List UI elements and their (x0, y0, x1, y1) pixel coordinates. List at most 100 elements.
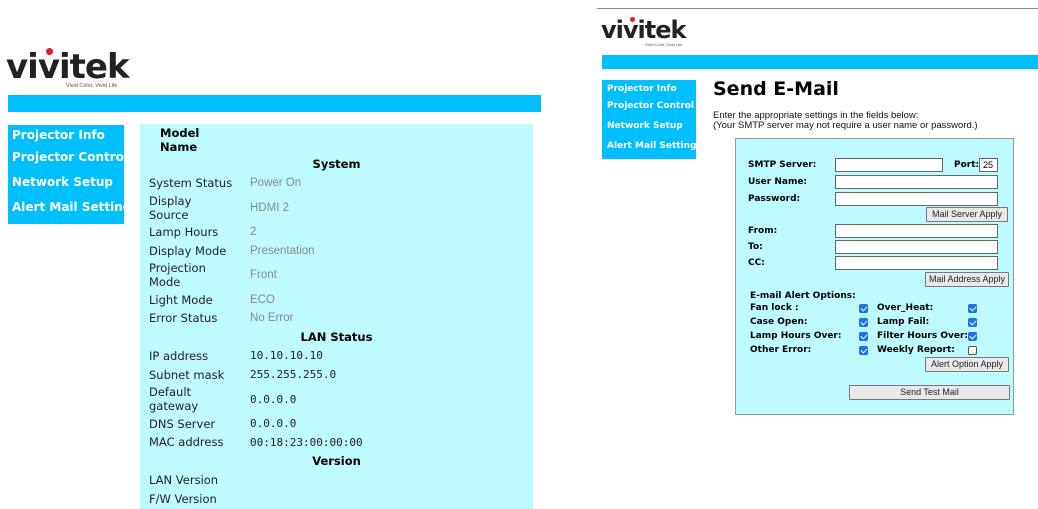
projector-info-page: vivitek Vivid Color, Vivid Life Projecto… (0, 0, 545, 509)
nav-item-alert-mail-settings[interactable]: Alert Mail Settings (8, 200, 138, 224)
row-label: LAN Version (142, 471, 241, 489)
table-row: Display Mode Presentation (142, 242, 531, 260)
filter-hours-over-checkbox[interactable] (968, 332, 977, 341)
intro-text: Enter the appropriate settings in the fi… (713, 110, 978, 131)
send-email-page: vivitek Vivid Color, Vivid Life Projecto… (597, 0, 1038, 438)
logo-dot (630, 17, 635, 22)
lan-section-header: LAN Status (142, 328, 531, 346)
row-label: Projection Mode (142, 261, 241, 290)
row-value: Presentation (243, 242, 531, 260)
row-value: Power On (243, 174, 531, 192)
table-row: MAC address 00:18:23:00:00:00 (142, 433, 531, 451)
nav-item-projector-control[interactable]: Projector Control (8, 150, 128, 175)
row-label: Lamp Hours (142, 223, 241, 241)
header-band (602, 55, 1038, 69)
row-label: Display Mode (142, 242, 241, 260)
table-row: System Status Power On (142, 174, 531, 192)
lamp-hours-over-label: Lamp Hours Over: (750, 331, 842, 341)
username-label: User Name: (748, 177, 808, 187)
row-label: IP address (142, 347, 241, 365)
cc-input[interactable] (835, 256, 998, 270)
table-row: Projection Mode Front (142, 261, 531, 290)
mail-server-apply-button[interactable]: Mail Server Apply (926, 207, 1008, 222)
other-error-checkbox[interactable] (859, 346, 868, 355)
table-row: Display Source HDMI 2 (142, 193, 531, 222)
alert-option-apply-button[interactable]: Alert Option Apply (925, 357, 1009, 372)
over-heat-checkbox[interactable] (968, 304, 977, 313)
send-test-mail-button[interactable]: Send Test Mail (849, 385, 1010, 400)
row-label: DNS Server (142, 415, 241, 432)
table-row: Model Name (142, 126, 531, 154)
nav-item-projector-info[interactable]: Projector Info (602, 80, 696, 100)
row-label: Light Mode (142, 291, 241, 308)
table-row: Version (142, 452, 531, 470)
page-title: Send E-Mail (713, 78, 839, 100)
from-input[interactable] (835, 224, 998, 238)
header-band (8, 95, 541, 112)
case-open-label: Case Open: (750, 317, 808, 327)
lamp-fail-checkbox[interactable] (968, 318, 977, 327)
row-label: Error Status (142, 309, 241, 327)
to-input[interactable] (835, 240, 998, 254)
row-value: 10.10.10.10 (243, 347, 531, 365)
row-value: 00:18:23:00:00:00 (243, 433, 531, 451)
smtp-server-label: SMTP Server: (748, 160, 817, 170)
row-value: 0.0.0.0 (243, 385, 531, 414)
password-label: Password: (748, 194, 801, 204)
model-name-value (243, 126, 531, 154)
over-heat-label: Over_Heat: (877, 303, 934, 313)
username-input[interactable] (835, 175, 998, 189)
email-settings-form: SMTP Server: Port: User Name: Password: … (735, 138, 1014, 415)
row-label: Default gateway (142, 385, 241, 414)
row-value: HDMI 2 (243, 193, 531, 222)
table-row: LAN Version (142, 471, 531, 489)
filter-hours-over-label: Filter Hours Over: (877, 331, 969, 341)
model-name-label: Model Name (142, 126, 241, 154)
table-row: Error Status No Error (142, 309, 531, 327)
vivitek-logo: vivitek Vivid Color, Vivid Life (6, 47, 130, 89)
row-value: 255.255.255.0 (243, 366, 531, 384)
table-row: Subnet mask 255.255.255.0 (142, 366, 531, 384)
fan-lock-label: Fan lock : (750, 303, 799, 313)
row-value: Front (243, 261, 531, 290)
vivitek-logo: vivitek Vivid Color, Vivid Life (601, 16, 686, 47)
case-open-checkbox[interactable] (859, 318, 868, 327)
system-section-header: System (142, 156, 531, 173)
projector-info-table: Model Name System System Status Power On … (140, 124, 533, 509)
nav-item-network-setup[interactable]: Network Setup (602, 120, 696, 140)
lamp-hours-over-checkbox[interactable] (859, 332, 868, 341)
table-row: F/W Version (142, 490, 531, 508)
row-label: F/W Version (142, 490, 241, 508)
row-value: 2 (243, 223, 531, 241)
nav-item-alert-mail-settings[interactable]: Alert Mail Settings (602, 140, 702, 159)
row-label: Subnet mask (142, 366, 241, 384)
table-row: IP address 10.10.10.10 (142, 347, 531, 365)
nav-item-projector-control[interactable]: Projector Control (602, 100, 696, 120)
smtp-server-input[interactable] (835, 158, 943, 172)
table-row: LAN Status (142, 328, 531, 346)
row-value: 0.0.0.0 (243, 415, 531, 432)
weekly-report-label: Weekly Report: (877, 345, 955, 355)
row-label: MAC address (142, 433, 241, 451)
weekly-report-checkbox[interactable] (968, 346, 977, 355)
password-input[interactable] (835, 192, 998, 206)
version-section-header: Version (142, 452, 531, 470)
fan-lock-checkbox[interactable] (859, 304, 868, 313)
alert-options-label: E-mail Alert Options: (750, 291, 856, 301)
row-value (243, 490, 531, 508)
nav-item-network-setup[interactable]: Network Setup (8, 175, 124, 200)
other-error-label: Other Error: (750, 345, 812, 355)
table-row: Default gateway 0.0.0.0 (142, 385, 531, 414)
row-label: System Status (142, 174, 241, 192)
sidebar-nav: Projector Info Projector Control Network… (602, 80, 702, 159)
row-label: Display Source (142, 193, 241, 222)
port-input[interactable] (979, 158, 998, 172)
logo-dot (46, 48, 53, 55)
table-row: DNS Server 0.0.0.0 (142, 415, 531, 432)
cc-label: CC: (748, 258, 765, 268)
from-label: From: (748, 226, 778, 236)
mail-address-apply-button[interactable]: Mail Address Apply (925, 272, 1009, 287)
nav-item-projector-info[interactable]: Projector Info (8, 125, 124, 150)
row-value: No Error (243, 309, 531, 327)
table-row: System (142, 156, 531, 173)
